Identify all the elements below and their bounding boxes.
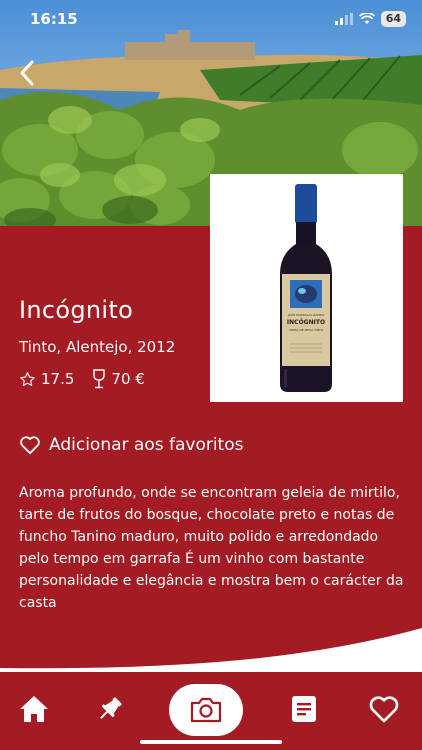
chevron-left-icon	[20, 60, 34, 86]
price: 70 €	[92, 369, 145, 389]
wine-name: Incógnito	[19, 296, 134, 324]
status-time: 16:15	[30, 10, 78, 28]
wine-subtitle: Tinto, Alentejo, 2012	[19, 338, 176, 356]
wine-meta: 17.5 70 €	[19, 369, 163, 389]
wine-description: Aroma profundo, onde se encontram geleia…	[19, 485, 404, 611]
home-indicator	[140, 740, 282, 744]
status-bar: 16:15 64	[0, 0, 422, 40]
signal-icon	[334, 13, 353, 25]
wifi-icon	[358, 13, 375, 24]
add-to-favorites-label: Adicionar aos favoritos	[49, 435, 244, 455]
rating-value: 17.5	[41, 370, 75, 388]
battery-indicator: 64	[380, 11, 406, 27]
wine-image-card: JOÃO PORTUGAL RAMOS INCÓGNITO VINHO DE M…	[210, 174, 403, 402]
nav-notes[interactable]	[287, 692, 321, 726]
heart-outline-icon	[20, 436, 40, 455]
camera-icon	[190, 697, 222, 723]
nav-pin[interactable]	[93, 692, 127, 726]
rating: 17.5	[19, 370, 74, 388]
back-button[interactable]	[16, 58, 40, 88]
price-value: 70 €	[111, 370, 145, 388]
wine-bottle-image: JOÃO PORTUGAL RAMOS INCÓGNITO VINHO DE M…	[280, 184, 332, 392]
nav-camera[interactable]	[169, 684, 243, 736]
nav-home[interactable]	[17, 692, 51, 726]
wave-divider	[0, 628, 422, 676]
label-brand: INCÓGNITO	[287, 319, 325, 326]
label-top: JOÃO PORTUGAL RAMOS	[287, 312, 325, 317]
star-icon	[20, 371, 35, 386]
label-sub: VINHO DE MESA TINTO	[289, 328, 324, 332]
home-icon	[20, 696, 48, 722]
bottom-navigation	[0, 672, 422, 750]
pin-icon	[100, 697, 122, 719]
wine-glass-icon	[93, 369, 106, 389]
status-icons: 64	[334, 11, 406, 27]
heart-icon	[369, 696, 399, 723]
add-to-favorites-button[interactable]: Adicionar aos favoritos	[19, 435, 243, 455]
nav-favorites[interactable]	[367, 692, 401, 726]
document-icon	[292, 696, 316, 722]
